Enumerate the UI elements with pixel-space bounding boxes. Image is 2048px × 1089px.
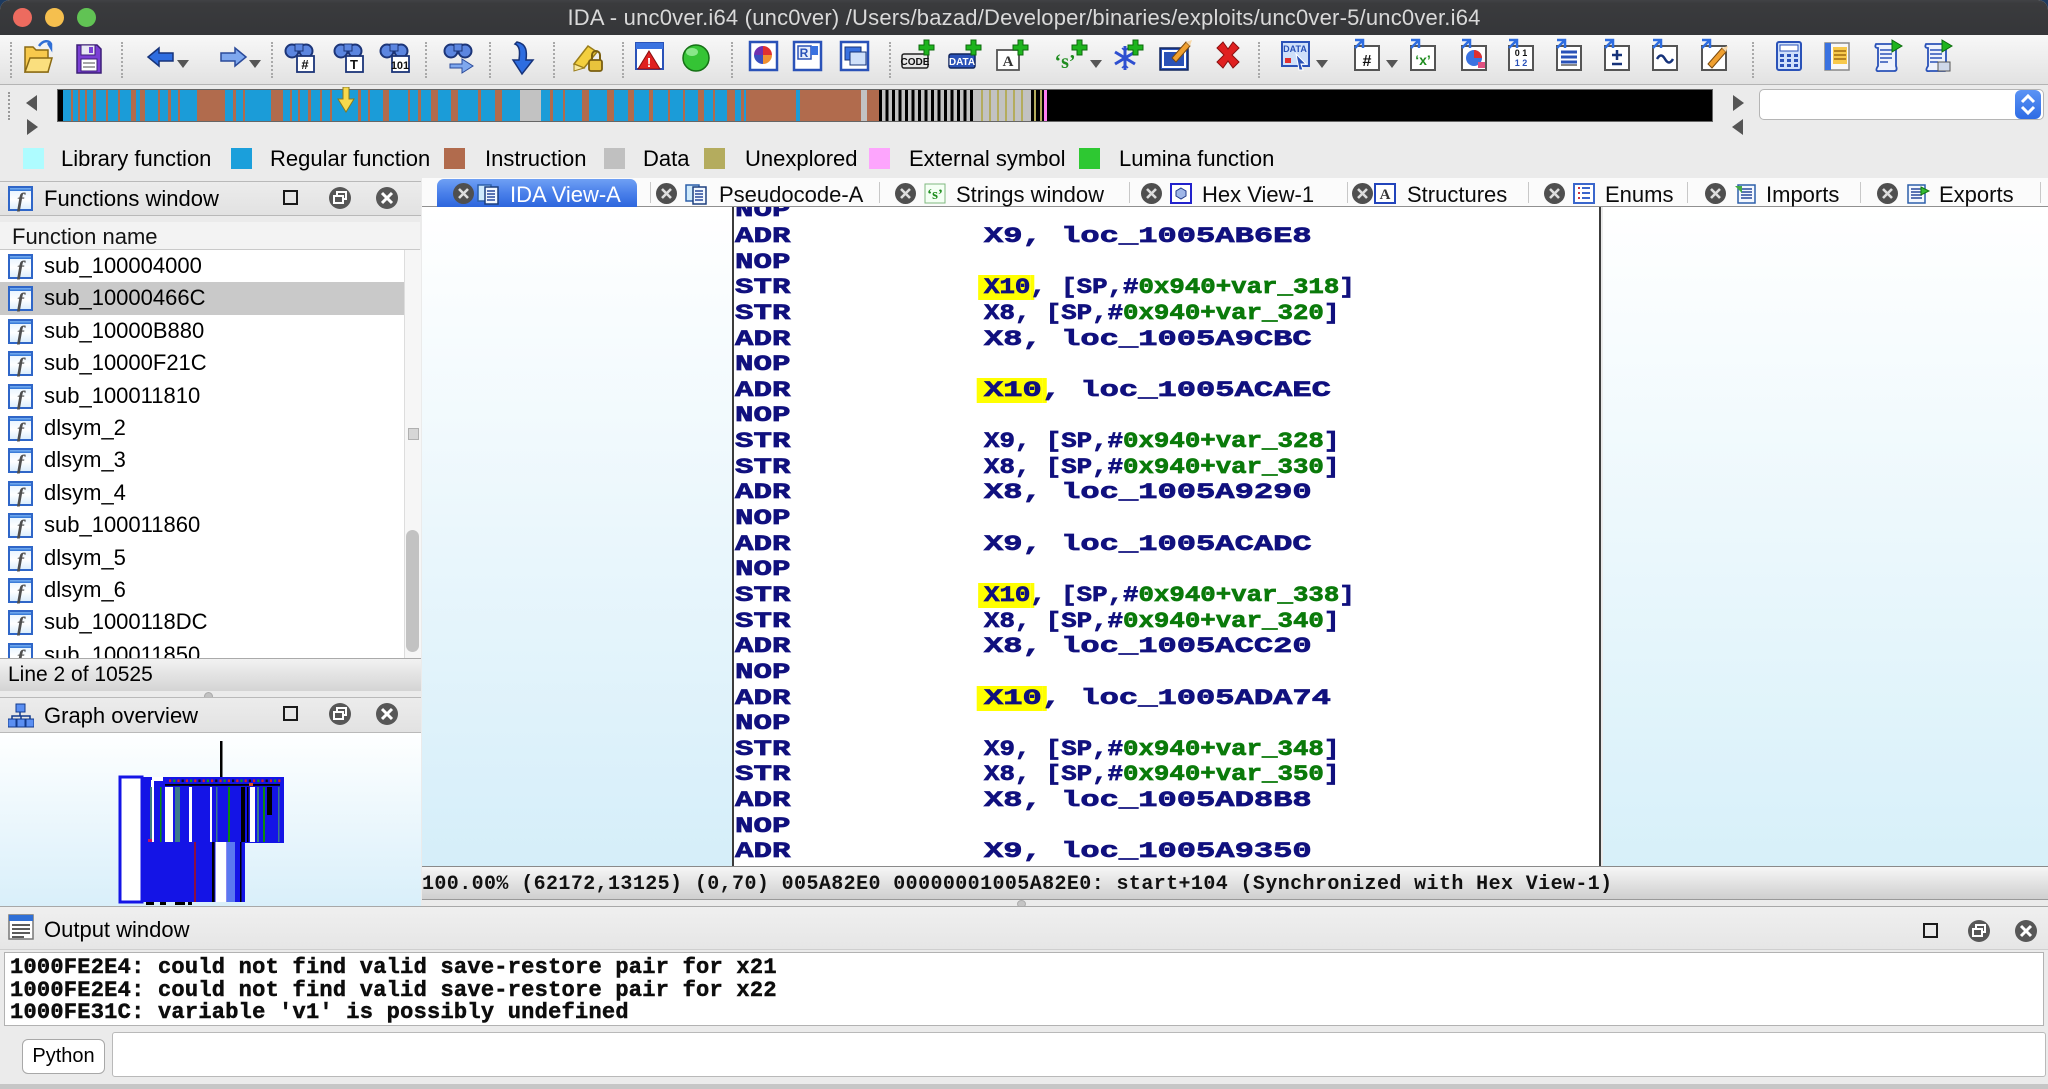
svg-text:1 2: 1 2: [1515, 58, 1528, 68]
svg-text:‘x’: ‘x’: [1415, 52, 1431, 68]
svg-text:DATA: DATA: [949, 57, 975, 68]
svg-text:‘s’: ‘s’: [927, 187, 943, 203]
svg-text:T: T: [350, 57, 358, 72]
svg-text:#: #: [301, 57, 309, 72]
svg-text:101: 101: [391, 60, 409, 72]
svg-text:#: #: [1363, 53, 1372, 70]
svg-text:A: A: [1003, 54, 1014, 70]
svg-text:0 1: 0 1: [1515, 48, 1528, 58]
svg-text:DATA: DATA: [1283, 44, 1307, 54]
svg-text:R: R: [800, 46, 809, 60]
svg-text:CODE: CODE: [901, 57, 930, 68]
svg-text:!: !: [647, 55, 651, 70]
svg-text:‘s’: ‘s’: [1054, 51, 1075, 73]
svg-text:A: A: [1380, 187, 1391, 203]
